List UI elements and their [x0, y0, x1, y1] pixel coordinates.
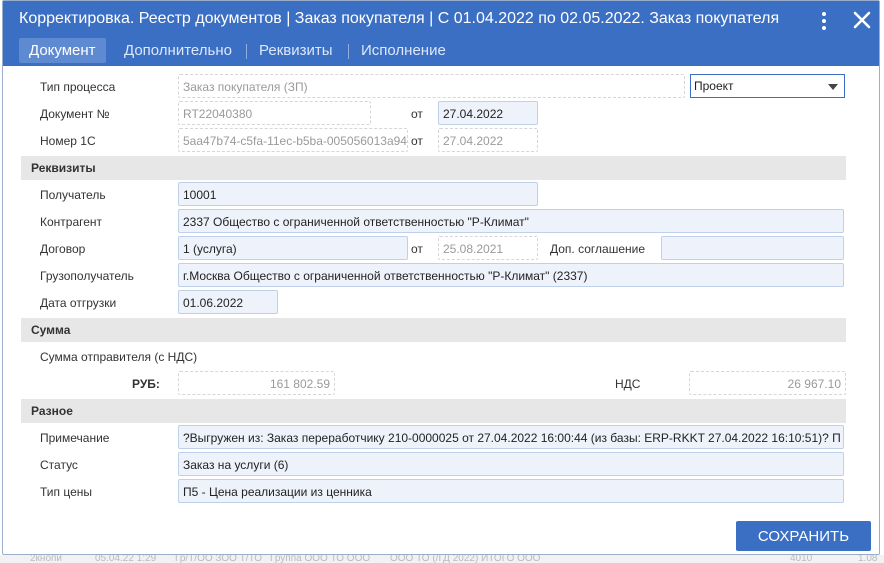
- vat-field: 26 967.10: [689, 371, 846, 395]
- recipient-input[interactable]: 10001: [178, 182, 538, 206]
- tab-additional[interactable]: Дополнительно: [124, 38, 232, 63]
- status-label: Статус: [40, 458, 78, 472]
- consignee-input[interactable]: г.Москва Общество с ограниченной ответст…: [178, 263, 844, 287]
- price-type-input[interactable]: П5 - Цена реализации из ценника: [178, 479, 844, 503]
- background-cell: 4010: [790, 555, 813, 563]
- note-input[interactable]: ?Выгружен из: Заказ переработчику 210-00…: [178, 425, 844, 449]
- close-icon[interactable]: [849, 7, 875, 33]
- requisites-section-header: Реквизиты: [21, 156, 846, 180]
- status-input[interactable]: Заказ на услуги (6): [178, 452, 844, 476]
- contract-label: Договор: [40, 242, 86, 256]
- kebab-menu-icon[interactable]: [816, 10, 832, 32]
- scrollbar[interactable]: [873, 71, 879, 541]
- edit-dialog: Корректировка. Реестр документов | Заказ…: [2, 0, 880, 555]
- ship-date-label: Дата отгрузки: [40, 296, 117, 310]
- background-cell: 1.08: [858, 555, 878, 563]
- background-cell: ООО ТО (/ГД 2022) ИТОГО ООО: [390, 555, 541, 563]
- recipient-label: Получатель: [40, 188, 106, 202]
- status-select-value: Проект: [694, 79, 734, 93]
- currency-label: РУБ:: [132, 377, 160, 391]
- document-date-input[interactable]: 27.04.2022: [438, 101, 538, 125]
- sum-section-header: Сумма: [21, 318, 846, 342]
- counterparty-input[interactable]: 2337 Общество с ограниченной ответственн…: [178, 209, 844, 233]
- contract-date-field: 25.08.2021: [438, 236, 538, 260]
- background-cell: 05.04.22 1:29: [95, 555, 157, 563]
- tab-requisites[interactable]: Реквизиты: [259, 38, 333, 63]
- document-number-label: Документ №: [40, 107, 110, 121]
- dialog-title: Корректировка. Реестр документов | Заказ…: [19, 10, 780, 27]
- addendum-label: Доп. соглашение: [550, 242, 646, 256]
- misc-section-header: Разное: [21, 399, 846, 423]
- sender-sum-label: Сумма отправителя (с НДС): [40, 350, 198, 364]
- consignee-label: Грузополучатель: [40, 269, 134, 283]
- vat-label: НДС: [615, 377, 641, 391]
- number-1c-date-field: 27.04.2022: [438, 128, 538, 152]
- counterparty-label: Контрагент: [40, 215, 103, 229]
- tab-execution[interactable]: Исполнение: [361, 38, 446, 63]
- background-cell: Группа ООО ТО ООО: [270, 555, 371, 563]
- amount-field: 161 802.59: [178, 371, 335, 395]
- contract-date-label: от: [411, 242, 423, 256]
- document-date-label: от: [411, 107, 423, 121]
- dialog-header: Корректировка. Реестр документов | Заказ…: [3, 1, 879, 66]
- tab-separator: [348, 44, 349, 59]
- status-select[interactable]: Проект: [690, 74, 845, 98]
- document-number-field: RT22040380: [178, 101, 371, 125]
- tab-document[interactable]: Документ: [19, 38, 106, 63]
- number-1c-field: 5aa47b74-c5fa-11ec-b5ba-005056013a94: [178, 128, 408, 152]
- contract-input[interactable]: 1 (услуга): [178, 236, 408, 260]
- background-cell: 2кнопи: [30, 555, 63, 563]
- number-1c-date-label: от: [411, 134, 423, 148]
- tab-separator: [246, 44, 247, 59]
- chevron-down-icon: [828, 84, 838, 90]
- number-1c-label: Номер 1С: [40, 134, 96, 148]
- process-type-label: Тип процесса: [40, 80, 116, 94]
- process-type-field: Заказ покупателя (ЗП): [178, 74, 685, 98]
- note-label: Примечание: [40, 431, 110, 445]
- background-cell: Гр/Т/ОО ЗОО Т/ТО: [175, 555, 263, 563]
- addendum-input[interactable]: [661, 236, 844, 260]
- price-type-label: Тип цены: [40, 485, 93, 499]
- ship-date-input[interactable]: 01.06.2022: [178, 290, 278, 314]
- background-row: 2кнопи 05.04.22 1:29 Гр/Т/ОО ЗОО Т/ТО Гр…: [0, 555, 884, 563]
- save-button[interactable]: СОХРАНИТЬ: [736, 521, 871, 551]
